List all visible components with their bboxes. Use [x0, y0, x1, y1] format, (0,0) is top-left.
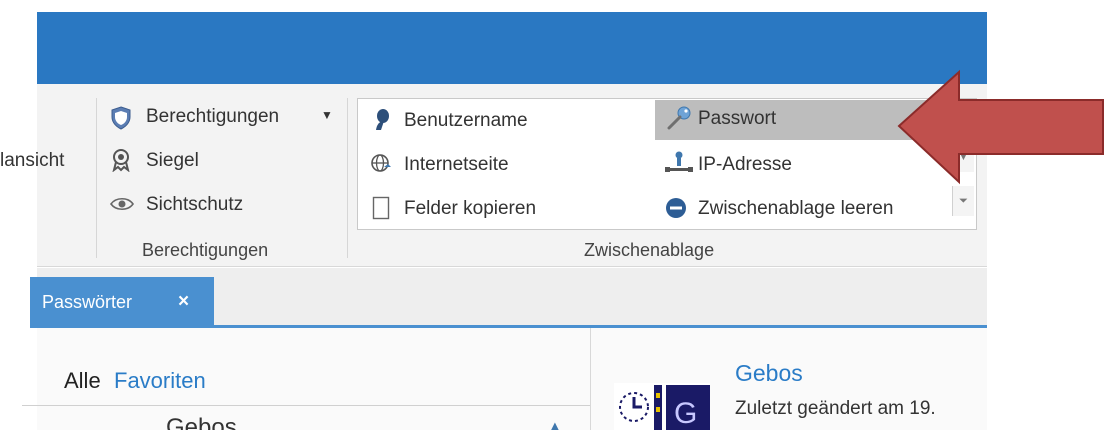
tab-label: Passwörter — [42, 292, 133, 312]
list-item-partial[interactable]: Gebos — [166, 416, 237, 430]
internetseite-label: Internetseite — [404, 154, 509, 175]
favoriten-filter[interactable]: Favoriten — [114, 370, 206, 392]
zwischenablage-group-label: Zwischenablage — [584, 240, 715, 260]
network-icon — [665, 151, 693, 172]
title-bar — [37, 12, 987, 84]
entry-logo-icon: G — [614, 383, 710, 430]
eye-icon — [110, 197, 134, 211]
user-icon — [376, 109, 389, 130]
siegel-label: Siegel — [146, 150, 199, 171]
svg-text:G: G — [674, 397, 697, 430]
red-arrow-annotation — [897, 69, 1104, 185]
passwort-label: Passwort — [698, 108, 777, 129]
gallery-more-button[interactable]: ⏷ — [952, 186, 974, 216]
ribbon-separator — [96, 98, 97, 258]
ip-adresse-label: IP-Adresse — [698, 154, 792, 175]
globe-icon — [371, 154, 391, 172]
pane-separator — [590, 328, 591, 430]
benutzername-label: Benutzername — [404, 110, 528, 131]
ansicht-label[interactable]: lansicht — [0, 150, 64, 172]
minus-circle-icon — [666, 198, 686, 218]
entry-subtitle: Zuletzt geändert am 19. — [735, 398, 936, 419]
seal-icon — [112, 149, 130, 172]
ribbon-separator — [347, 98, 348, 258]
close-icon[interactable]: × — [178, 277, 189, 327]
berechtigungen-group-label: Berechtigungen — [142, 240, 269, 260]
sort-arrow-icon[interactable]: ▲ — [546, 416, 564, 430]
berechtigungen-dropdown-label: Berechtigungen — [146, 106, 280, 127]
key-icon — [667, 106, 691, 130]
chevron-down-icon: ▼ — [321, 108, 333, 122]
zwischenablage-leeren-label: Zwischenablage leeren — [698, 198, 894, 219]
document-icon — [372, 196, 390, 220]
alle-filter[interactable]: Alle — [64, 370, 101, 392]
felder-kopieren-label: Felder kopieren — [404, 198, 537, 219]
entry-title: Gebos — [735, 360, 803, 386]
list-divider — [22, 405, 590, 406]
sichtschutz-label: Sichtschutz — [146, 194, 244, 215]
shield-icon — [111, 106, 131, 130]
